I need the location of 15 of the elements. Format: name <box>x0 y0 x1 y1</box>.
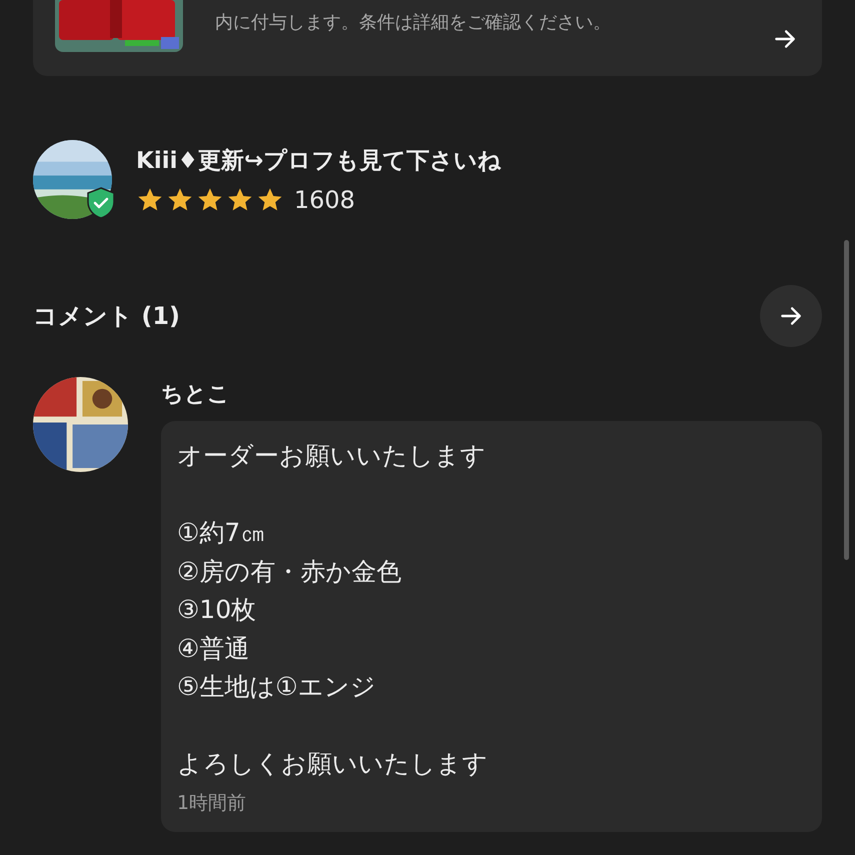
promo-text: 内に付与します。条件は詳細をご確認ください。 <box>215 11 612 34</box>
comment-line: ②房の有・赤か金色 <box>177 556 402 588</box>
comment-line: ①約7㎝ <box>177 517 266 549</box>
rating-count: 1608 <box>294 186 356 214</box>
comment-line: よろしくお願いいたします <box>177 748 489 780</box>
comment-line: ③10枚 <box>177 594 258 626</box>
promo-card[interactable]: 内に付与します。条件は詳細をご確認ください。 <box>33 0 822 76</box>
comment-line: ④普通 <box>177 632 250 664</box>
comment-line: オーダーお願いいたします <box>177 440 487 472</box>
seller-name[interactable]: Kiii♦更新↪プロフも見て下さいね <box>136 145 502 176</box>
section-title: コメント (1) <box>33 301 180 332</box>
comment-time: 1時間前 <box>177 790 248 816</box>
scrollbar[interactable] <box>844 240 849 560</box>
comment-author[interactable]: ちとこ <box>161 379 822 409</box>
comment-line: ⑤生地は①エンジ <box>177 671 377 703</box>
